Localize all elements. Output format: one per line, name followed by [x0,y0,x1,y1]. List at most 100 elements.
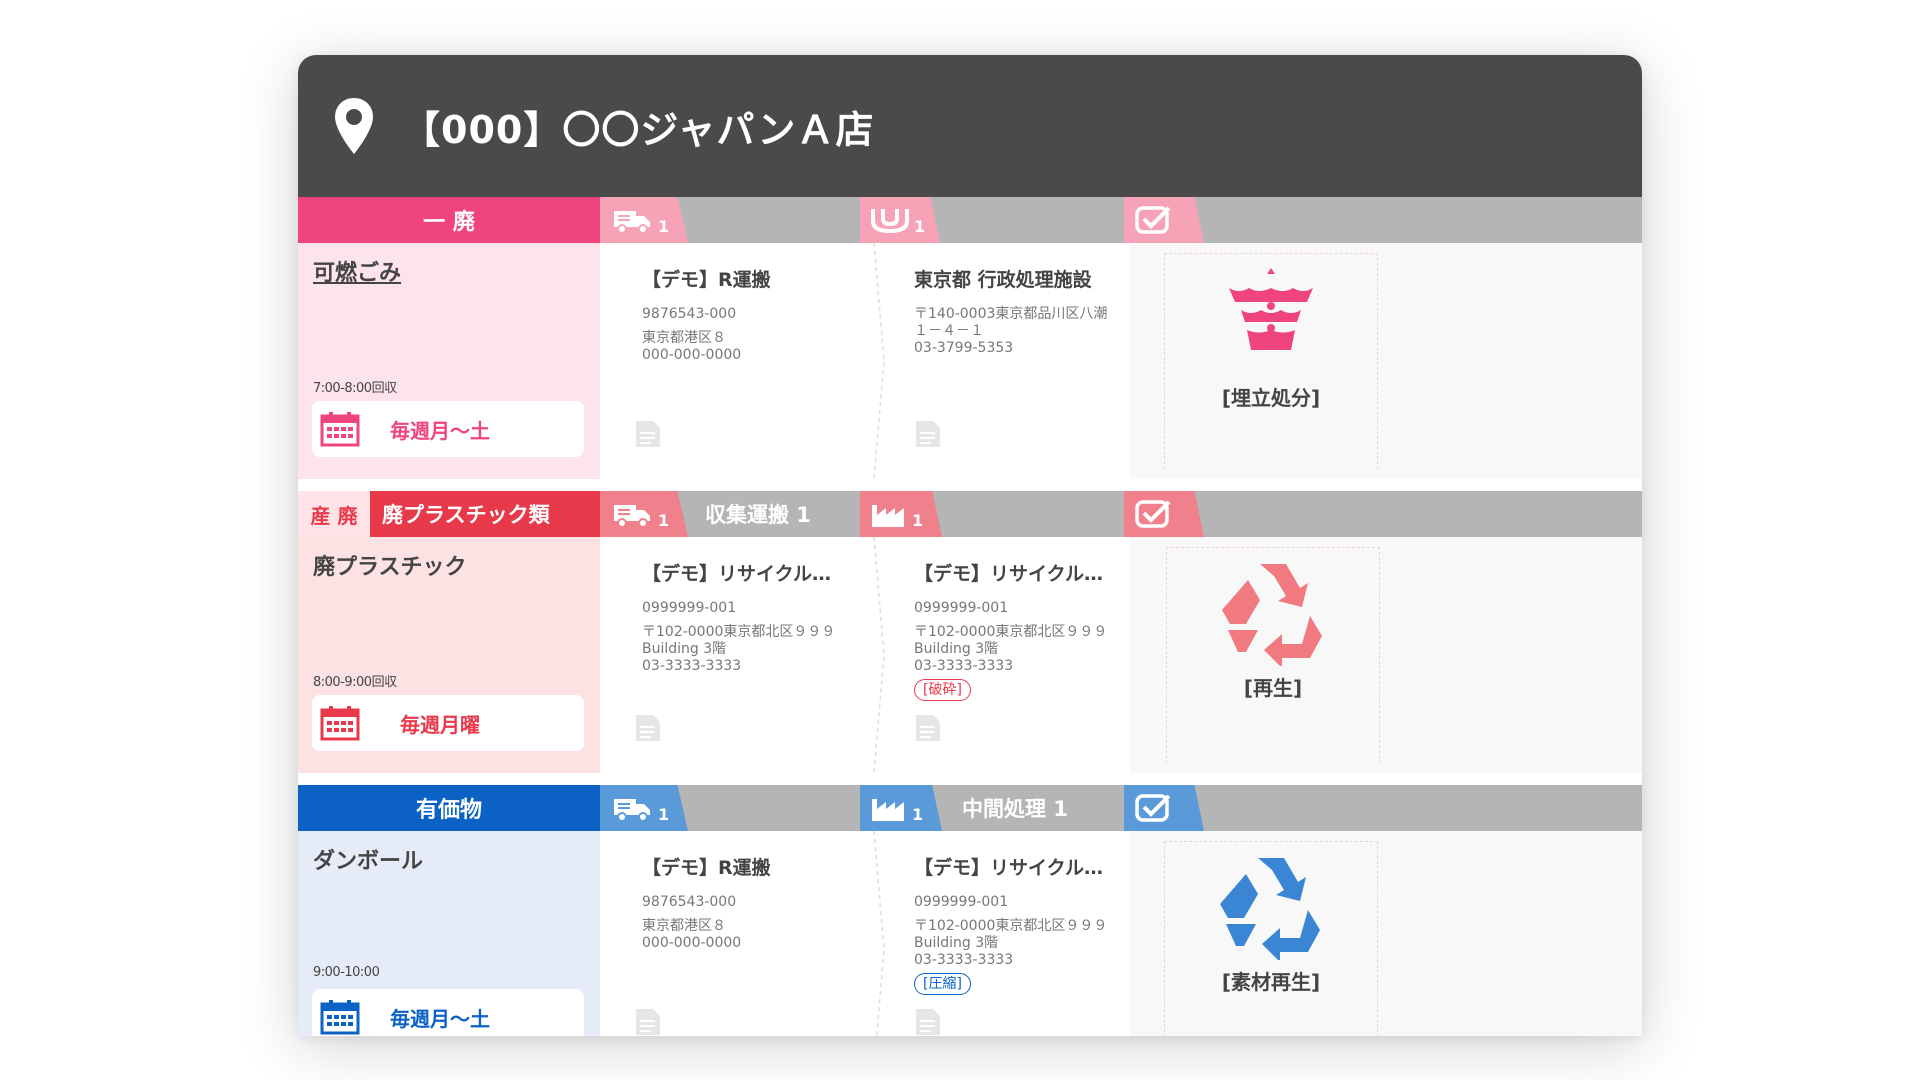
transport-step[interactable]: 1 [600,197,688,243]
transporter-info: 【デモ】リサイクル… 0999999-001 〒102-0000東京都北区９９９… [636,537,870,773]
final-step[interactable] [1124,491,1204,537]
store-card: 【000】〇〇ジャパンＡ店 一 廃 1 1 可燃ごみ 7:00-8:00回収 毎… [298,55,1642,1036]
waste-info: ダンボール 9:00-10:00 毎週月～土 [298,831,600,1036]
document-icon[interactable] [634,713,662,743]
truck-icon [614,505,650,528]
processor-address: 〒102-0000東京都北区９９９ Building 3階 03-3333-33… [914,624,1108,674]
processor-name[interactable]: 【デモ】リサイクル… [914,559,1140,586]
bucket-icon [871,209,909,234]
transporter-code: 0999999-001 [642,600,737,616]
final-disposal-label: [埋立処分] [1221,386,1321,410]
waste-section-plastic[interactable]: 産 廃 廃プラスチック類 1 収集運搬 1 1 廃プラスチック 8:00-9:0… [298,491,1642,773]
final-disposal[interactable]: [素材再生] [1164,841,1378,1036]
factory-icon [872,799,904,821]
waste-section-cardboard[interactable]: 有価物 1 1 中間処理 1 ダンボール 9:00-10:00 毎週月～土 【デ… [298,785,1642,1036]
transport-step[interactable]: 1 [600,785,688,831]
document-icon[interactable] [914,713,942,743]
factory-icon [872,505,904,527]
process-method-badge: [破砕] [914,679,971,701]
processor-code: 0999999-001 [914,600,1009,616]
document-icon[interactable] [914,419,942,449]
flow-bar: 有価物 1 1 中間処理 1 [298,785,1642,831]
intermediate-count: 1 [912,510,924,530]
transporter-info: 【デモ】R運搬 9876543-000 東京都港区８ 000-000-0000 [636,243,852,479]
processor-info: 【デモ】リサイクル… 0999999-001 〒102-0000東京都北区９９９… [914,831,1140,1036]
truck-icon [614,211,650,234]
collection-time: 7:00-8:00回収 [313,381,397,396]
flow-separator [873,831,885,1036]
waste-section-burnable[interactable]: 一 廃 1 1 可燃ごみ 7:00-8:00回収 毎週月～土 【デモ】R運搬 9… [298,197,1642,479]
schedule-label: 毎週月～土 [390,418,490,443]
waste-info: 廃プラスチック 8:00-9:00回収 毎週月曜 [298,537,600,773]
intermediate-step-label: 中間処理 1 [962,797,1068,821]
recycle-icon [1220,858,1320,960]
transporter-address: 東京都港区８ 000-000-0000 [642,918,742,951]
flow-body: ダンボール 9:00-10:00 毎週月～土 【デモ】R運搬 9876543-0… [298,831,1642,1036]
transporter-code: 9876543-000 [642,894,737,910]
flow-separator [873,537,885,773]
intermediate-step[interactable]: 1 [860,785,942,831]
waste-name-link[interactable]: 可燃ごみ [313,255,585,287]
collection-time: 9:00-10:00 [313,965,380,980]
intermediate-step[interactable]: 1 [860,197,940,243]
document-icon[interactable] [914,1007,942,1036]
flow-body: 可燃ごみ 7:00-8:00回収 毎週月～土 【デモ】R運搬 9876543-0… [298,243,1642,479]
schedule-label: 毎週月～土 [390,1006,490,1031]
processor-address: 〒140-0003東京都品川区八潮 １－４－１ 03-3799-5353 [914,306,1108,356]
final-step[interactable] [1124,785,1204,831]
transporter-name[interactable]: 【デモ】R運搬 [642,853,852,880]
processor-name[interactable]: 東京都 行政処理施設 [914,265,1140,292]
transport-step-label: 収集運搬 1 [705,503,811,527]
section-gap [298,773,1642,785]
processor-info: 東京都 行政処理施設 〒140-0003東京都品川区八潮 １－４－１ 03-37… [914,243,1140,479]
intermediate-count: 1 [912,804,924,824]
transport-step[interactable]: 1 [600,491,688,537]
final-disposal-label: [素材再生] [1221,970,1321,994]
check-icon [1135,794,1171,822]
check-icon [1135,500,1171,528]
calendar-icon [320,706,360,741]
transporter-address: 東京都港区８ 000-000-0000 [642,330,742,363]
transporter-info: 【デモ】R運搬 9876543-000 東京都港区８ 000-000-0000 [636,831,852,1036]
flow-bar: 一 廃 1 1 [298,197,1642,243]
section-gap [298,479,1642,491]
schedule-box[interactable]: 毎週月～土 [312,989,584,1036]
location-pin-icon [335,98,373,154]
final-disposal[interactable]: [埋立処分] [1164,253,1378,469]
waste-category-tag: 産 廃 廃プラスチック類 [298,491,600,537]
document-icon[interactable] [634,419,662,449]
landfill-icon [1229,268,1313,350]
processor-code: 0999999-001 [914,894,1009,910]
flow-separator [873,243,885,479]
transporter-code: 9876543-000 [642,306,737,322]
transport-count: 1 [658,510,670,530]
intermediate-count: 1 [914,216,926,236]
processor-name[interactable]: 【デモ】リサイクル… [914,853,1140,880]
flow-body: 廃プラスチック 8:00-9:00回収 毎週月曜 【デモ】リサイクル… 0999… [298,537,1642,773]
transporter-name[interactable]: 【デモ】R運搬 [642,265,852,292]
waste-category-tag: 一 廃 [298,197,600,243]
transporter-address: 〒102-0000東京都北区９９９ Building 3階 03-3333-33… [642,624,836,674]
industrial-waste-label: 産 廃 [298,491,370,537]
calendar-icon [320,412,360,447]
processor-info: 【デモ】リサイクル… 0999999-001 〒102-0000東京都北区９９９… [914,537,1140,773]
recycle-icon [1222,564,1322,666]
truck-icon [614,799,650,822]
transport-count: 1 [658,804,670,824]
transport-count: 1 [658,216,670,236]
calendar-icon [320,1000,360,1035]
schedule-box[interactable]: 毎週月曜 [312,695,584,751]
transporter-name[interactable]: 【デモ】リサイクル… [642,559,870,586]
waste-category-tag: 有価物 [298,785,600,831]
collection-time: 8:00-9:00回収 [313,675,397,690]
store-title: 【000】〇〇ジャパンＡ店 [402,107,875,152]
waste-type-label: 廃プラスチック類 [370,491,600,537]
check-icon [1135,206,1171,234]
schedule-box[interactable]: 毎週月～土 [312,401,584,457]
final-disposal[interactable]: [再生] [1166,547,1380,763]
processor-address: 〒102-0000東京都北区９９９ Building 3階 03-3333-33… [914,918,1108,968]
document-icon[interactable] [634,1007,662,1036]
intermediate-step[interactable]: 1 [860,491,942,537]
waste-name: 廃プラスチック [313,555,467,580]
final-step[interactable] [1124,197,1204,243]
